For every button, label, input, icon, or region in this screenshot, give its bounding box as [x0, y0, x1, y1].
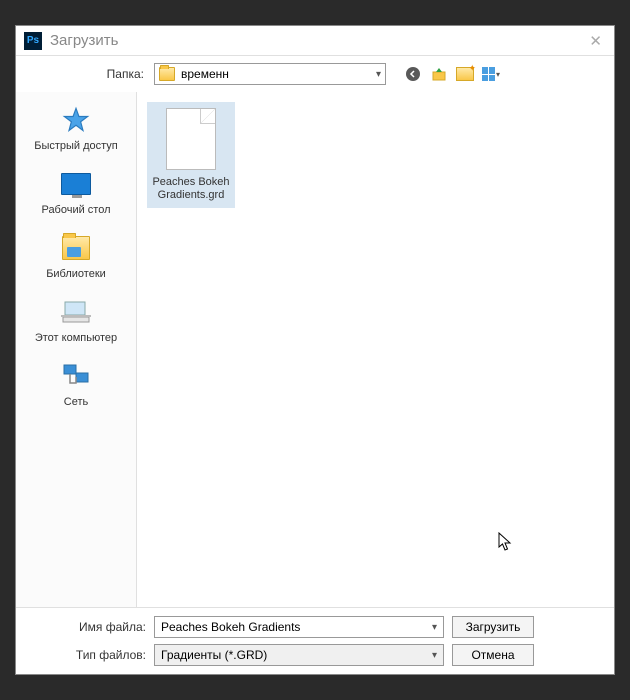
sidebar-item-this-pc[interactable]: Этот компьютер: [16, 296, 136, 344]
sidebar-item-label: Сеть: [64, 396, 88, 408]
sidebar-item-label: Рабочий стол: [41, 204, 110, 216]
toolbar: ▾: [404, 65, 500, 83]
computer-icon: [60, 296, 92, 328]
file-item[interactable]: Peaches Bokeh Gradients.grd: [147, 102, 235, 208]
sidebar: Быстрый доступ Рабочий стол Библиотеки Э…: [16, 92, 136, 607]
desktop-icon: [60, 168, 92, 200]
window-title: Загрузить: [50, 32, 585, 49]
star-icon: [60, 104, 92, 136]
folder-dropdown[interactable]: временн ▾: [154, 63, 386, 85]
filename-row: Имя файла: Peaches Bokeh Gradients ▾ Заг…: [26, 616, 604, 638]
app-icon: Ps: [24, 32, 42, 50]
main-area: Быстрый доступ Рабочий стол Библиотеки Э…: [16, 92, 614, 607]
cursor-icon: [498, 532, 514, 557]
filename-value: Peaches Bokeh Gradients: [161, 620, 300, 634]
file-list[interactable]: Peaches Bokeh Gradients.grd: [136, 92, 614, 607]
sidebar-item-libraries[interactable]: Библиотеки: [16, 232, 136, 280]
sidebar-item-label: Библиотеки: [46, 268, 106, 280]
new-folder-icon[interactable]: [456, 65, 474, 83]
folder-label: Папка:: [24, 67, 144, 81]
file-dialog: Ps Загрузить ✕ Папка: временн ▾ ▾: [15, 25, 615, 675]
sidebar-item-desktop[interactable]: Рабочий стол: [16, 168, 136, 216]
filetype-row: Тип файлов: Градиенты (*.GRD) ▾ Отмена: [26, 644, 604, 666]
view-menu-icon[interactable]: ▾: [482, 65, 500, 83]
filetype-value: Градиенты (*.GRD): [161, 648, 267, 662]
chevron-down-icon: ▾: [376, 69, 381, 80]
file-name: Peaches Bokeh Gradients.grd: [151, 176, 231, 202]
folder-icon: [159, 67, 175, 81]
folder-row: Папка: временн ▾ ▾: [16, 56, 614, 92]
cancel-button[interactable]: Отмена: [452, 644, 534, 666]
sidebar-item-label: Этот компьютер: [35, 332, 117, 344]
filename-label: Имя файла:: [26, 620, 146, 634]
sidebar-item-quick-access[interactable]: Быстрый доступ: [16, 104, 136, 152]
close-icon[interactable]: ✕: [585, 32, 606, 50]
libraries-icon: [60, 232, 92, 264]
network-icon: [60, 360, 92, 392]
file-icon: [166, 108, 216, 170]
back-icon[interactable]: [404, 65, 422, 83]
titlebar: Ps Загрузить ✕: [16, 26, 614, 56]
chevron-down-icon: ▾: [432, 622, 437, 633]
sidebar-item-network[interactable]: Сеть: [16, 360, 136, 408]
folder-name: временн: [181, 67, 229, 81]
load-button[interactable]: Загрузить: [452, 616, 534, 638]
filetype-dropdown[interactable]: Градиенты (*.GRD) ▾: [154, 644, 444, 666]
sidebar-item-label: Быстрый доступ: [34, 140, 118, 152]
up-one-level-icon[interactable]: [430, 65, 448, 83]
filename-input[interactable]: Peaches Bokeh Gradients ▾: [154, 616, 444, 638]
bottom-panel: Имя файла: Peaches Bokeh Gradients ▾ Заг…: [16, 607, 614, 674]
filetype-label: Тип файлов:: [26, 648, 146, 662]
chevron-down-icon: ▾: [432, 650, 437, 661]
